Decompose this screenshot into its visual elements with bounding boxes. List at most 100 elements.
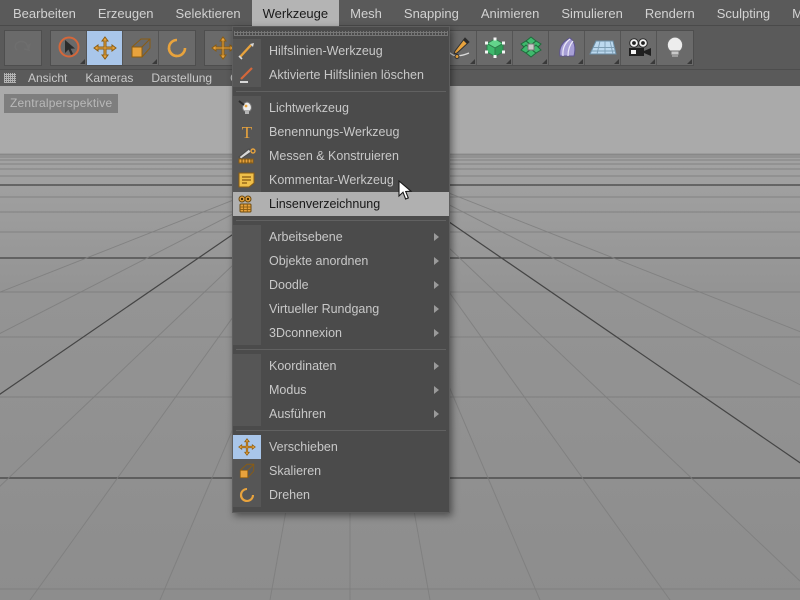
menu-item-simulieren[interactable]: Simulieren (550, 0, 633, 26)
menu-separator (236, 349, 446, 350)
menu-option-label: Doodle (269, 278, 309, 292)
light-tool-icon (233, 96, 261, 120)
menu-option-virtueller-rundgang[interactable]: Virtueller Rundgang (233, 297, 449, 321)
move-tool-button[interactable] (87, 30, 123, 65)
menu-option-objekte-anordnen[interactable]: Objekte anordnen (233, 249, 449, 273)
generator-icon (484, 37, 505, 58)
menu-item-snapping[interactable]: Snapping (393, 0, 470, 26)
menu-option-label: Verschieben (269, 440, 338, 454)
button-expand-corner[interactable] (578, 58, 583, 64)
menu-option-label: Koordinaten (269, 359, 337, 373)
empty-icon-slot (233, 402, 261, 426)
menu-separator (236, 91, 446, 92)
main-menu-bar: Bearbeiten Erzeugen Selektieren Werkzeug… (0, 0, 800, 26)
generator-button[interactable] (477, 30, 513, 65)
camera-icon (628, 37, 651, 56)
floor-button[interactable] (585, 30, 621, 65)
menu-option-label: Arbeitsebene (269, 230, 343, 244)
menu-option-doodle[interactable]: Doodle (233, 273, 449, 297)
menu-option-label: Drehen (269, 488, 310, 502)
menu-item-sculpting[interactable]: Sculpting (706, 0, 781, 26)
viewport-menu-darstellung[interactable]: Darstellung (142, 71, 221, 85)
menu-option-koordinaten[interactable]: Koordinaten (233, 354, 449, 378)
scene-object-button[interactable] (549, 30, 585, 65)
guide-tool-icon (233, 39, 261, 63)
menu-item-erzeugen[interactable]: Erzeugen (87, 0, 165, 26)
scale-icon (131, 38, 150, 57)
mouse-pointer (398, 179, 414, 207)
rotate-tool-button[interactable] (159, 31, 195, 65)
menu-option-ausfuehren[interactable]: Ausführen (233, 402, 449, 426)
submenu-arrow-icon (434, 329, 439, 337)
menu-option-label: Virtueller Rundgang (269, 302, 380, 316)
camera-button[interactable] (621, 30, 657, 65)
menu-item-selektieren[interactable]: Selektieren (165, 0, 252, 26)
viewport-menu-ansicht[interactable]: Ansicht (19, 71, 76, 85)
button-expand-corner[interactable] (80, 58, 85, 64)
menu-separator (236, 220, 446, 221)
drag-grip-icon[interactable] (4, 73, 16, 83)
move-icon (92, 35, 117, 60)
button-expand-corner[interactable] (614, 58, 619, 64)
deformer-button[interactable] (513, 30, 549, 65)
button-expand-corner[interactable] (152, 58, 157, 64)
naming-tool-icon: T (233, 120, 261, 144)
menu-option-benennungs-werkzeug[interactable]: T Benennungs-Werkzeug (233, 120, 449, 144)
submenu-arrow-icon (434, 305, 439, 313)
menu-option-lichtwerkzeug[interactable]: Lichtwerkzeug (233, 96, 449, 120)
menu-item-animieren[interactable]: Animieren (470, 0, 551, 26)
viewport-camera-label: Zentralperspektive (4, 94, 119, 113)
menu-item-motion-tracker[interactable]: Motion Tracker (781, 0, 800, 26)
menu-item-mesh[interactable]: Mesh (339, 0, 393, 26)
button-expand-corner[interactable] (506, 58, 511, 64)
lens-distortion-icon (233, 192, 261, 216)
viewport-menu-kameras[interactable]: Kameras (76, 71, 142, 85)
annotation-tool-icon (233, 168, 261, 192)
menu-item-werkzeuge[interactable]: Werkzeuge (251, 0, 340, 26)
menu-option-linsenverzeichnung[interactable]: Linsenverzeichnung (233, 192, 449, 216)
menu-option-verschieben[interactable]: Verschieben (233, 435, 449, 459)
submenu-arrow-icon (434, 386, 439, 394)
menu-option-label: Hilfslinien-Werkzeug (269, 44, 383, 58)
undo-icon (14, 40, 31, 51)
toolbar-group-history (4, 29, 42, 66)
menu-option-modus[interactable]: Modus (233, 378, 449, 402)
menu-option-drehen[interactable]: Drehen (233, 483, 449, 507)
submenu-arrow-icon (434, 281, 439, 289)
button-expand-corner[interactable] (542, 58, 547, 64)
empty-icon-slot (233, 321, 261, 345)
button-expand-corner[interactable] (650, 58, 655, 64)
menu-option-kommentar-werkzeug[interactable]: Kommentar-Werkzeug (233, 168, 449, 192)
menu-option-messen-konstruieren[interactable]: Messen & Konstruieren (233, 144, 449, 168)
empty-icon-slot (233, 273, 261, 297)
light-icon (666, 35, 684, 57)
werkzeuge-dropdown-menu[interactable]: Hilfslinien-Werkzeug Aktivierte Hilfslin… (232, 26, 450, 513)
menu-option-arbeitsebene[interactable]: Arbeitsebene (233, 225, 449, 249)
button-expand-corner[interactable] (470, 58, 475, 64)
menu-option-skalieren[interactable]: Skalieren (233, 459, 449, 483)
tear-off-handle[interactable] (234, 31, 448, 36)
empty-icon-slot (233, 378, 261, 402)
menu-option-3dconnexion[interactable]: 3Dconnexion (233, 321, 449, 345)
live-selection-button[interactable] (51, 30, 87, 65)
deformer-icon (519, 35, 542, 58)
button-expand-corner[interactable] (687, 58, 692, 64)
menu-option-label: Skalieren (269, 464, 322, 478)
menu-option-hilfslinien-werkzeug[interactable]: Hilfslinien-Werkzeug (233, 39, 449, 63)
floor-icon (588, 40, 617, 54)
menu-item-rendern[interactable]: Rendern (634, 0, 706, 26)
empty-icon-slot (233, 225, 261, 249)
measure-construct-icon (233, 144, 261, 168)
undo-button[interactable] (5, 31, 41, 65)
svg-text:T: T (242, 123, 253, 141)
rotate-icon (233, 483, 261, 507)
menu-option-aktivierte-hilfslinien-loeschen[interactable]: Aktivierte Hilfslinien löschen (233, 63, 449, 87)
toolbar-group-transform (50, 29, 196, 66)
menu-item-bearbeiten[interactable]: Bearbeiten (2, 0, 87, 26)
menu-option-label: Lichtwerkzeug (269, 101, 349, 115)
light-button[interactable] (657, 31, 693, 65)
live-selection-icon (58, 36, 79, 57)
menu-option-label: Objekte anordnen (269, 254, 369, 268)
application-window: Zentralperspektive Bearbeiten Erzeugen S… (0, 0, 800, 600)
scale-tool-button[interactable] (123, 30, 159, 65)
